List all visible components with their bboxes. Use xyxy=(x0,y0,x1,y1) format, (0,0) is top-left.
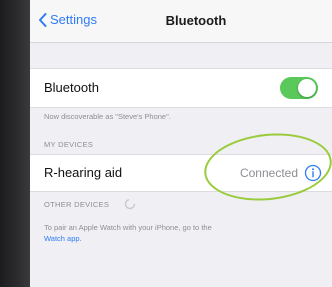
toggle-knob xyxy=(298,79,316,97)
other-devices-header: OTHER DEVICES xyxy=(44,198,136,210)
bluetooth-label: Bluetooth xyxy=(44,80,99,95)
discoverable-note: Now discoverable as "Steve's Phone". xyxy=(44,112,171,121)
my-devices-header: MY DEVICES xyxy=(44,140,94,149)
bluetooth-toggle[interactable] xyxy=(280,77,318,99)
device-name: R-hearing aid xyxy=(44,165,123,180)
page-title: Bluetooth xyxy=(165,13,227,28)
device-row[interactable]: R-hearing aid Connected xyxy=(30,154,332,192)
phone-bezel xyxy=(0,0,30,287)
navigation-bar: Settings Bluetooth xyxy=(30,0,332,43)
other-devices-label: OTHER DEVICES xyxy=(44,200,110,209)
pairing-hint-text: To pair an Apple Watch with your iPhone,… xyxy=(44,223,212,232)
info-icon[interactable] xyxy=(304,164,322,182)
spinner-icon xyxy=(124,198,136,210)
watch-app-link[interactable]: Watch app. xyxy=(44,234,82,243)
pairing-hint: To pair an Apple Watch with your iPhone,… xyxy=(44,222,314,244)
bluetooth-row: Bluetooth xyxy=(30,68,332,108)
device-status: Connected xyxy=(239,166,298,180)
settings-screen: Settings Bluetooth Bluetooth Now discove… xyxy=(30,0,332,287)
